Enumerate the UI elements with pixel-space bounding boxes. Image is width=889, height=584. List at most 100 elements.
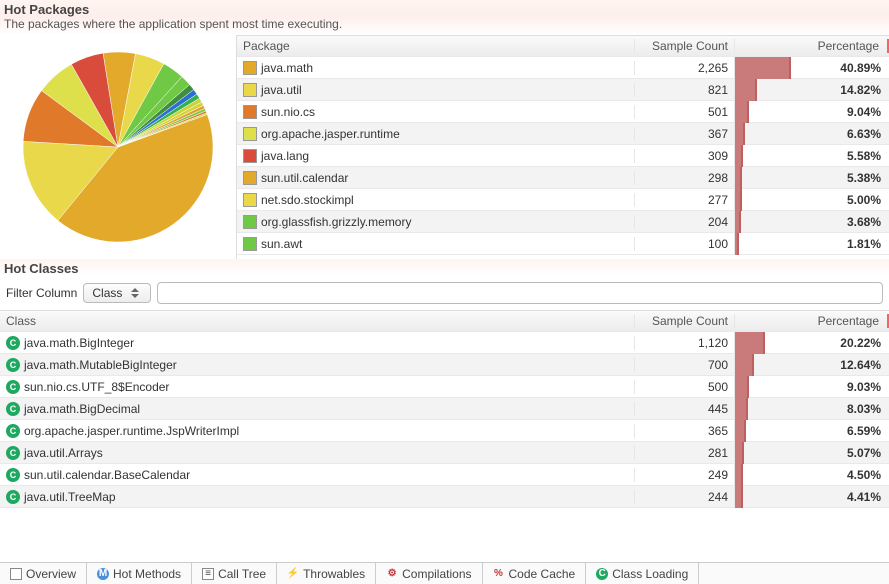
package-name: org.apache.jasper.runtime — [261, 127, 400, 141]
sample-count: 1,120 — [634, 336, 734, 350]
tab-label: Overview — [26, 567, 76, 581]
percentage-value: 1.81% — [739, 237, 889, 251]
percentage-bar — [735, 442, 744, 464]
package-color-swatch — [243, 127, 257, 141]
percentage-value: 5.58% — [743, 149, 889, 163]
col-header-sample-count[interactable]: Sample Count — [634, 39, 734, 53]
percentage-value: 6.59% — [746, 424, 889, 438]
tab-icon: ⚡ — [287, 568, 299, 580]
percentage-bar — [735, 332, 765, 354]
package-name: sun.nio.cs — [261, 105, 315, 119]
percentage-value: 4.50% — [743, 468, 889, 482]
col-header-package[interactable]: Package — [237, 39, 634, 53]
percentage-bar — [735, 398, 748, 420]
table-row[interactable]: java.util82114.82% — [237, 79, 889, 101]
class-icon: C — [6, 424, 20, 438]
class-name: sun.nio.cs.UTF_8$Encoder — [24, 380, 169, 394]
packages-rows[interactable]: java.math2,26540.89%java.util82114.82%su… — [237, 57, 889, 259]
table-row[interactable]: Csun.util.calendar.BaseCalendar 249 4.50% — [0, 464, 889, 486]
table-row[interactable]: sun.util.calendar2985.38% — [237, 167, 889, 189]
packages-table-header[interactable]: Package Sample Count Percentage — [237, 35, 889, 57]
sample-count: 249 — [634, 468, 734, 482]
sample-count: 367 — [634, 127, 734, 141]
class-name: org.apache.jasper.runtime.JspWriterImpl — [24, 424, 239, 438]
class-icon: C — [6, 490, 20, 504]
tab-label: Call Tree — [218, 567, 266, 581]
table-row[interactable]: Csun.nio.cs.UTF_8$Encoder5009.03% — [0, 376, 889, 398]
tab-label: Compilations — [402, 567, 471, 581]
percentage-value: 40.89% — [791, 61, 889, 75]
tab-icon: C — [596, 568, 608, 580]
package-color-swatch — [243, 237, 257, 251]
package-color-swatch — [243, 193, 257, 207]
packages-table: Package Sample Count Percentage java.mat… — [236, 35, 889, 259]
sample-count: 2,265 — [634, 61, 734, 75]
table-row[interactable]: Cjava.math.BigDecimal4458.03% — [0, 398, 889, 420]
table-row[interactable]: Corg.apache.jasper.runtime.JspWriterImpl… — [0, 420, 889, 442]
tab-label: Hot Methods — [113, 567, 181, 581]
sample-count: 277 — [634, 193, 734, 207]
tab-call-tree[interactable]: ≡Call Tree — [192, 563, 277, 584]
tab-overview[interactable]: Overview — [0, 563, 87, 584]
percentage-value: 14.82% — [757, 83, 889, 97]
percentage-bar — [735, 57, 791, 79]
table-row[interactable]: Cjava.util.TreeMap 244 4.41% — [0, 486, 889, 508]
sample-count: 244 — [634, 490, 734, 504]
filter-column-select[interactable]: Class — [83, 283, 151, 303]
tab-class-loading[interactable]: C Class Loading — [586, 563, 699, 584]
table-row[interactable]: org.apache.jasper.runtime3676.63% — [237, 123, 889, 145]
table-row[interactable]: Cjava.math.MutableBigInteger70012.64% — [0, 354, 889, 376]
tab-throwables[interactable]: ⚡Throwables — [277, 563, 376, 584]
percentage-bar — [735, 167, 742, 189]
table-row[interactable]: net.sdo.stockimpl2775.00% — [237, 189, 889, 211]
sample-count: 501 — [634, 105, 734, 119]
col-header-sample-count[interactable]: Sample Count — [634, 314, 734, 328]
col-header-class[interactable]: Class — [0, 314, 634, 328]
tab-icon: M — [97, 568, 109, 580]
bottom-tabs: Overview M Hot Methods ≡Call Tree⚡Throwable… — [0, 562, 889, 584]
class-icon: C — [6, 468, 20, 482]
hot-packages-title: Hot Packages — [0, 0, 889, 17]
percentage-value: 8.03% — [748, 402, 889, 416]
percentage-value: 5.07% — [744, 446, 889, 460]
tab-hot-methods[interactable]: M Hot Methods — [87, 563, 192, 584]
table-row[interactable]: java.lang3095.58% — [237, 145, 889, 167]
table-row[interactable]: sun.awt1001.81% — [237, 233, 889, 255]
package-name: sun.awt — [261, 237, 302, 251]
table-row[interactable]: java.math2,26540.89% — [237, 57, 889, 79]
table-row[interactable]: Cjava.util.Arrays2815.07% — [0, 442, 889, 464]
percentage-value: 20.22% — [765, 336, 889, 350]
filter-label: Filter Column — [6, 286, 77, 300]
table-row[interactable]: sun.nio.cs5019.04% — [237, 101, 889, 123]
class-name: java.math.BigInteger — [24, 336, 134, 350]
class-name: java.math.BigDecimal — [24, 402, 140, 416]
tab-label: Code Cache — [509, 567, 576, 581]
package-name: sun.util.calendar — [261, 171, 348, 185]
filter-row: Filter Column Class — [0, 276, 889, 310]
hot-classes-panel: Hot Classes Filter Column Class Class Sa… — [0, 259, 889, 562]
percentage-value: 3.68% — [741, 215, 889, 229]
filter-input[interactable] — [157, 282, 883, 304]
tab-compilations[interactable]: ⚙Compilations — [376, 563, 482, 584]
table-row[interactable]: Cjava.math.BigInteger1,12020.22% — [0, 332, 889, 354]
percentage-value: 12.64% — [754, 358, 889, 372]
sample-count: 700 — [634, 358, 734, 372]
col-header-percentage[interactable]: Percentage — [734, 39, 889, 53]
percentage-bar — [735, 145, 743, 167]
percentage-bar — [735, 464, 743, 486]
package-color-swatch — [243, 149, 257, 163]
tab-code-cache[interactable]: %Code Cache — [483, 563, 587, 584]
sample-count: 298 — [634, 171, 734, 185]
class-name: java.util.TreeMap — [24, 490, 116, 504]
classes-rows[interactable]: Cjava.math.BigInteger 1,120 20.22% Cjava.ma… — [0, 332, 889, 562]
class-name: java.math.MutableBigInteger — [24, 358, 177, 372]
class-icon: C — [6, 380, 20, 394]
package-name: java.util — [261, 83, 302, 97]
percentage-value: 4.41% — [743, 490, 889, 504]
tab-label: Class Loading — [612, 567, 688, 581]
col-header-percentage[interactable]: Percentage — [734, 314, 889, 328]
classes-table-header[interactable]: Class Sample Count Percentage — [0, 310, 889, 332]
table-row[interactable]: org.glassfish.grizzly.memory2043.68% — [237, 211, 889, 233]
percentage-bar — [735, 376, 749, 398]
class-name: sun.util.calendar.BaseCalendar — [24, 468, 190, 482]
